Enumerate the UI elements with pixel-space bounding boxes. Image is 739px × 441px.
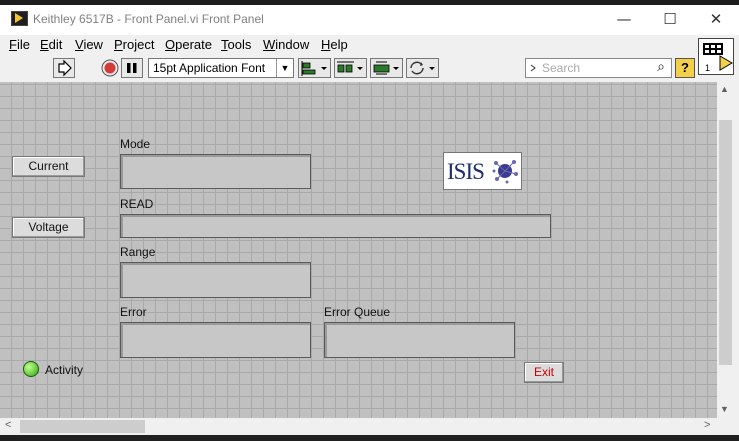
labview-app-icon bbox=[11, 11, 28, 26]
read-label: READ bbox=[120, 197, 154, 211]
window-title: Keithley 6517B - Front Panel.vi Front Pa… bbox=[33, 12, 264, 26]
menu-file[interactable]: File bbox=[9, 37, 30, 52]
menu-edit[interactable]: Edit bbox=[40, 37, 62, 52]
align-objects-button[interactable] bbox=[298, 58, 331, 78]
voltage-button[interactable]: Voltage bbox=[12, 217, 85, 238]
search-input[interactable]: Search bbox=[542, 61, 580, 75]
activity-label: Activity bbox=[45, 363, 84, 377]
search-chevron-icon bbox=[530, 64, 536, 72]
menu-project[interactable]: Project bbox=[114, 37, 154, 52]
isis-logo: ISIS bbox=[443, 152, 522, 190]
vertical-scrollbar[interactable]: ▲ ▼ bbox=[717, 82, 734, 418]
font-selector-value: 15pt Application Font bbox=[153, 61, 266, 75]
scrollbar-corner bbox=[717, 418, 739, 435]
molecule-icon bbox=[492, 160, 518, 184]
run-button[interactable] bbox=[53, 58, 75, 78]
vi-icon-number: 1 bbox=[705, 63, 710, 73]
horizontal-scroll-thumb[interactable] bbox=[20, 420, 145, 433]
title-bar: Keithley 6517B - Front Panel.vi Front Pa… bbox=[0, 5, 739, 35]
scroll-up-icon[interactable]: ▲ bbox=[720, 84, 729, 94]
mode-indicator bbox=[120, 154, 311, 189]
resize-objects-button[interactable] bbox=[370, 58, 403, 78]
pause-icon bbox=[127, 63, 137, 73]
menu-window[interactable]: Window bbox=[263, 37, 309, 52]
exit-button[interactable]: Exit bbox=[524, 362, 564, 383]
labview-window: Keithley 6517B - Front Panel.vi Front Pa… bbox=[0, 0, 739, 441]
abort-button[interactable] bbox=[100, 58, 122, 78]
error-queue-label: Error Queue bbox=[324, 305, 391, 319]
vi-icon-pane[interactable]: 1 bbox=[698, 38, 734, 75]
reorder-icon bbox=[410, 61, 435, 75]
isis-logo-text: ISIS bbox=[447, 159, 485, 184]
error-indicator bbox=[120, 322, 311, 358]
front-panel bbox=[0, 82, 717, 418]
chevron-down-icon: ▼ bbox=[276, 59, 293, 77]
menu-help[interactable]: Help bbox=[321, 37, 348, 52]
range-label: Range bbox=[120, 245, 156, 259]
range-indicator bbox=[120, 262, 311, 298]
menu-bar: File Edit View Project Operate Tools Win… bbox=[0, 35, 698, 55]
search-box[interactable]: Search ⌕ bbox=[525, 58, 672, 78]
help-button[interactable]: ? bbox=[675, 58, 695, 78]
scroll-right-icon[interactable]: > bbox=[704, 419, 710, 431]
distribute-objects-button[interactable] bbox=[334, 58, 367, 78]
activity-led bbox=[23, 361, 39, 377]
resize-icon bbox=[373, 61, 399, 75]
toolbar: 15pt Application Font ▼ Search ⌕ ? bbox=[0, 55, 698, 81]
menu-operate[interactable]: Operate bbox=[165, 37, 212, 52]
horizontal-scrollbar[interactable]: < > bbox=[0, 418, 717, 435]
pause-button[interactable] bbox=[121, 58, 143, 78]
error-label: Error bbox=[120, 305, 147, 319]
distribute-icon bbox=[337, 61, 363, 73]
run-arrow-icon bbox=[58, 59, 72, 77]
menu-view[interactable]: View bbox=[75, 37, 103, 52]
font-selector[interactable]: 15pt Application Font ▼ bbox=[148, 58, 294, 78]
maximize-button[interactable]: ☐ bbox=[647, 5, 693, 35]
mode-label: Mode bbox=[120, 137, 151, 151]
bottom-edge bbox=[0, 435, 739, 441]
minimize-button[interactable]: — bbox=[601, 5, 647, 35]
scroll-down-icon[interactable]: ▼ bbox=[720, 404, 729, 414]
current-button[interactable]: Current bbox=[12, 156, 85, 177]
scroll-left-icon[interactable]: < bbox=[5, 419, 11, 431]
align-icon bbox=[301, 61, 327, 76]
read-indicator bbox=[120, 214, 551, 238]
menu-tools[interactable]: Tools bbox=[221, 37, 251, 52]
close-button[interactable]: ✕ bbox=[693, 5, 739, 35]
abort-icon bbox=[101, 59, 119, 77]
error-queue-indicator bbox=[324, 322, 515, 358]
vertical-scroll-thumb[interactable] bbox=[719, 120, 732, 365]
vi-connector-icon: 1 bbox=[703, 43, 733, 73]
search-icon[interactable]: ⌕ bbox=[657, 59, 665, 75]
reorder-button[interactable] bbox=[406, 58, 439, 78]
